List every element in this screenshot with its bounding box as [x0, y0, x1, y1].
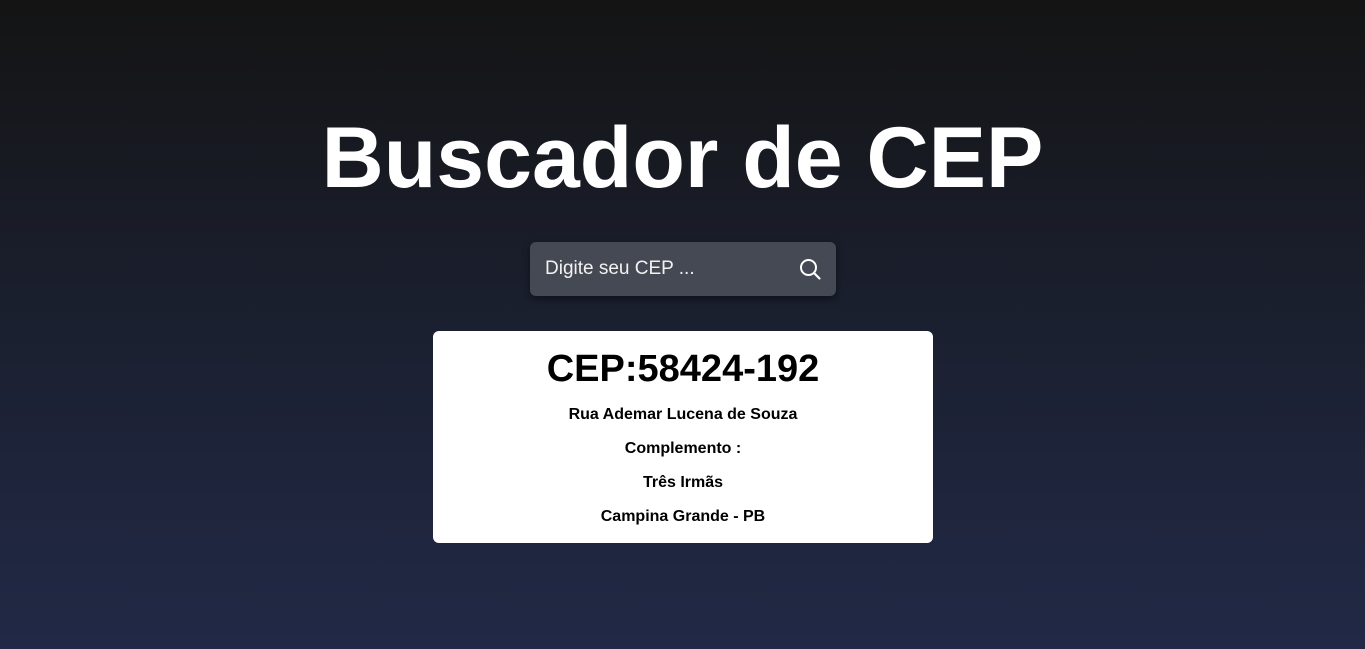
cep-result-card: CEP:58424-192 Rua Ademar Lucena de Souza…: [433, 331, 933, 543]
search-bar: [530, 242, 836, 296]
neighborhood-text: Três Irmãs: [642, 474, 724, 491]
cep-value: 58424-192: [637, 348, 820, 390]
complement-label: Complemento :: [624, 440, 742, 457]
search-button[interactable]: [792, 251, 828, 287]
street-text: Rua Ademar Lucena de Souza: [568, 406, 798, 423]
complement-line: Complemento :: [433, 439, 933, 459]
search-icon: [800, 259, 821, 280]
cep-search-input[interactable]: [530, 242, 780, 296]
cep-label: CEP:: [546, 348, 638, 390]
cep-heading: CEP:58424-192: [433, 347, 933, 391]
city-state-text: Campina Grande - PB: [600, 508, 766, 525]
page-title: Buscador de CEP: [321, 110, 1044, 206]
